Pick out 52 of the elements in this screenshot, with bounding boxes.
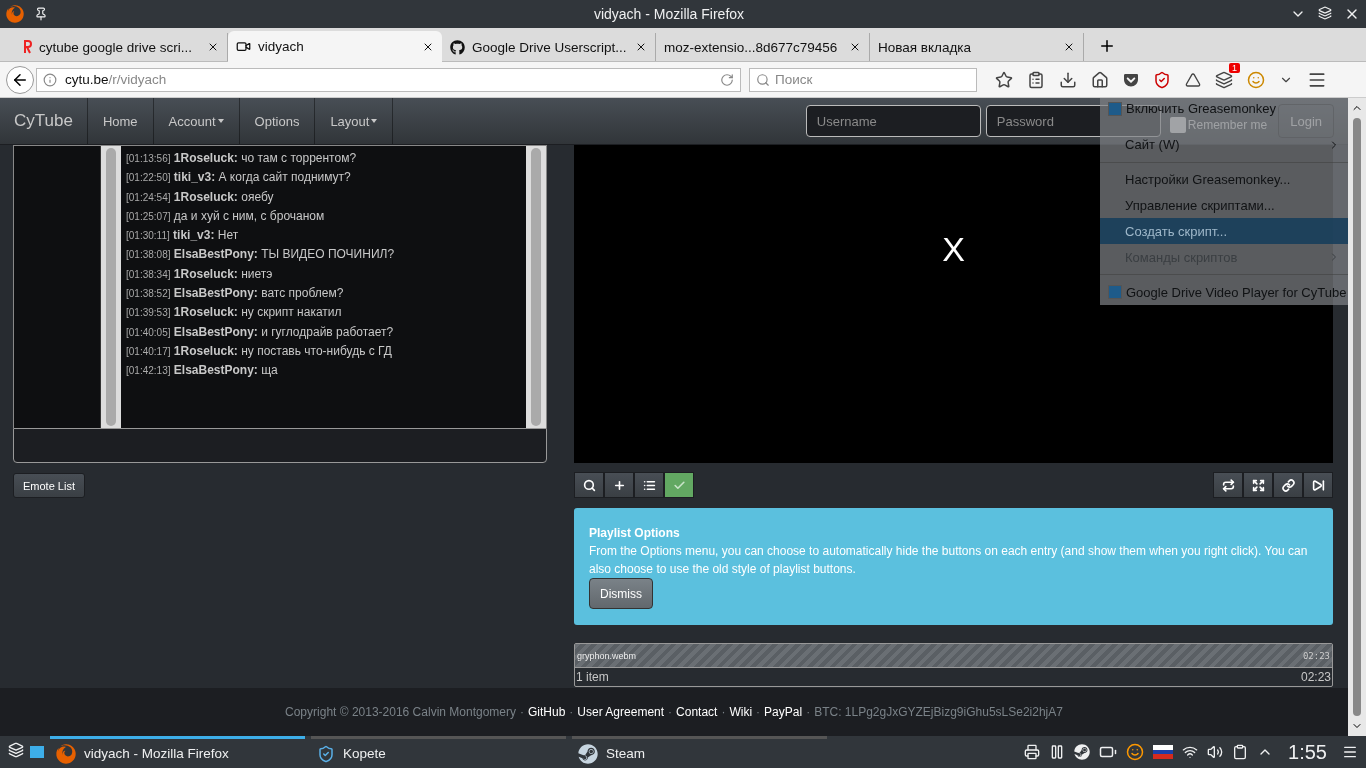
alert-title: Playlist Options xyxy=(589,525,681,542)
footer-link[interactable]: PayPal xyxy=(764,705,803,719)
playlist-item[interactable]: gryphon.webm 02:23 xyxy=(575,644,1332,668)
emote-list-button[interactable]: Emote List xyxy=(13,473,85,498)
footer-link[interactable]: Contact xyxy=(676,705,718,719)
taskbar-item[interactable]: Kopete xyxy=(311,736,566,768)
separator-dot: · xyxy=(668,705,673,719)
browser-tab[interactable]: moz-extensio...8d677c79456 xyxy=(656,33,870,61)
address-bar[interactable]: cytu.be/r/vidyach xyxy=(36,67,741,92)
browser-tab[interactable]: Google Drive Userscript... xyxy=(442,33,656,61)
separator-dot: · xyxy=(806,705,811,719)
item-count: 1 item xyxy=(576,670,609,684)
browser-tab[interactable]: vidyach xyxy=(228,31,442,62)
placeholder-text: X xyxy=(942,229,965,269)
chat-message: [01:38:08] ElsaBestPony: ТЫ ВИДЕО ПОЧИНИЛ? xyxy=(126,246,396,264)
separator-dot: · xyxy=(569,705,574,719)
taskbar-item[interactable]: vidyach - Mozilla Firefox xyxy=(50,736,305,768)
btc-address: BTC: 1LPg2gJxGYZEjBizg9iGhu5sLSe2i2hjA7 xyxy=(814,705,1063,719)
username-field[interactable]: Username xyxy=(805,105,981,137)
nav-link[interactable]: Options xyxy=(239,98,316,144)
chat-message: [01:24:54] 1Roseluck: ояебу xyxy=(126,188,275,206)
site-brand[interactable]: CyTube xyxy=(0,98,88,144)
footer-link[interactable]: Wiki xyxy=(729,705,753,719)
alert-text: From the Options menu, you can choose to automatically hide the buttons on each entry (and show them when you right click). You can also choose to use the old style of playlist buttons. xyxy=(589,543,1309,578)
taskbar-item[interactable]: Steam xyxy=(572,736,827,768)
nav-link[interactable]: Home xyxy=(87,98,154,144)
window-title: vidyach - Mozilla Firefox xyxy=(592,6,746,22)
nav-link[interactable]: Account xyxy=(153,98,240,144)
chat-message: [01:40:17] 1Roseluck: ну поставь что-нибудь с ГД xyxy=(126,342,393,360)
chat-message: [01:39:53] 1Roseluck: ну скрипт накатил xyxy=(126,304,343,322)
chat-message: [01:25:07] да и хуй с ним, с брочаном xyxy=(126,207,326,225)
dismiss-button[interactable]: Dismiss xyxy=(589,578,653,609)
chat-message: [01:38:52] ElsaBestPony: ватс проблем? xyxy=(126,285,345,303)
chat-message: [01:30:11] tiki_v3: Нет xyxy=(126,227,240,245)
nav-link[interactable]: Layout xyxy=(315,98,394,144)
separator-dot: · xyxy=(520,705,524,719)
footer-link[interactable]: GitHub xyxy=(528,705,566,719)
url-text: cytu.be/r/vidyach xyxy=(65,72,168,87)
separator-dot: · xyxy=(721,705,726,719)
chat-message: [01:42:13] ElsaBestPony: ща xyxy=(126,362,279,380)
notification-badge: 1 xyxy=(1229,62,1240,73)
total-duration: 02:23 xyxy=(1300,670,1331,684)
separator-dot: · xyxy=(756,705,761,719)
search-field[interactable]: Поиск xyxy=(749,67,977,92)
chat-message: [01:22:50] tiki_v3: А когда сайт поднимут? xyxy=(126,169,352,187)
footer-link[interactable]: User Agreement xyxy=(577,705,665,719)
clock: 1:55 xyxy=(1288,740,1327,764)
browser-tab[interactable]: Новая вкладка xyxy=(870,33,1084,61)
chat-message: [01:38:34] 1Roseluck: ниетэ xyxy=(126,265,274,283)
chat-message: [01:13:56] 1Roseluck: чо там с торрентом? xyxy=(126,150,358,167)
copyright-text: Copyright © 2013-2016 Calvin Montgomery xyxy=(285,705,516,719)
chat-message: [01:40:05] ElsaBestPony: и гуглодрайв работает? xyxy=(126,323,395,341)
